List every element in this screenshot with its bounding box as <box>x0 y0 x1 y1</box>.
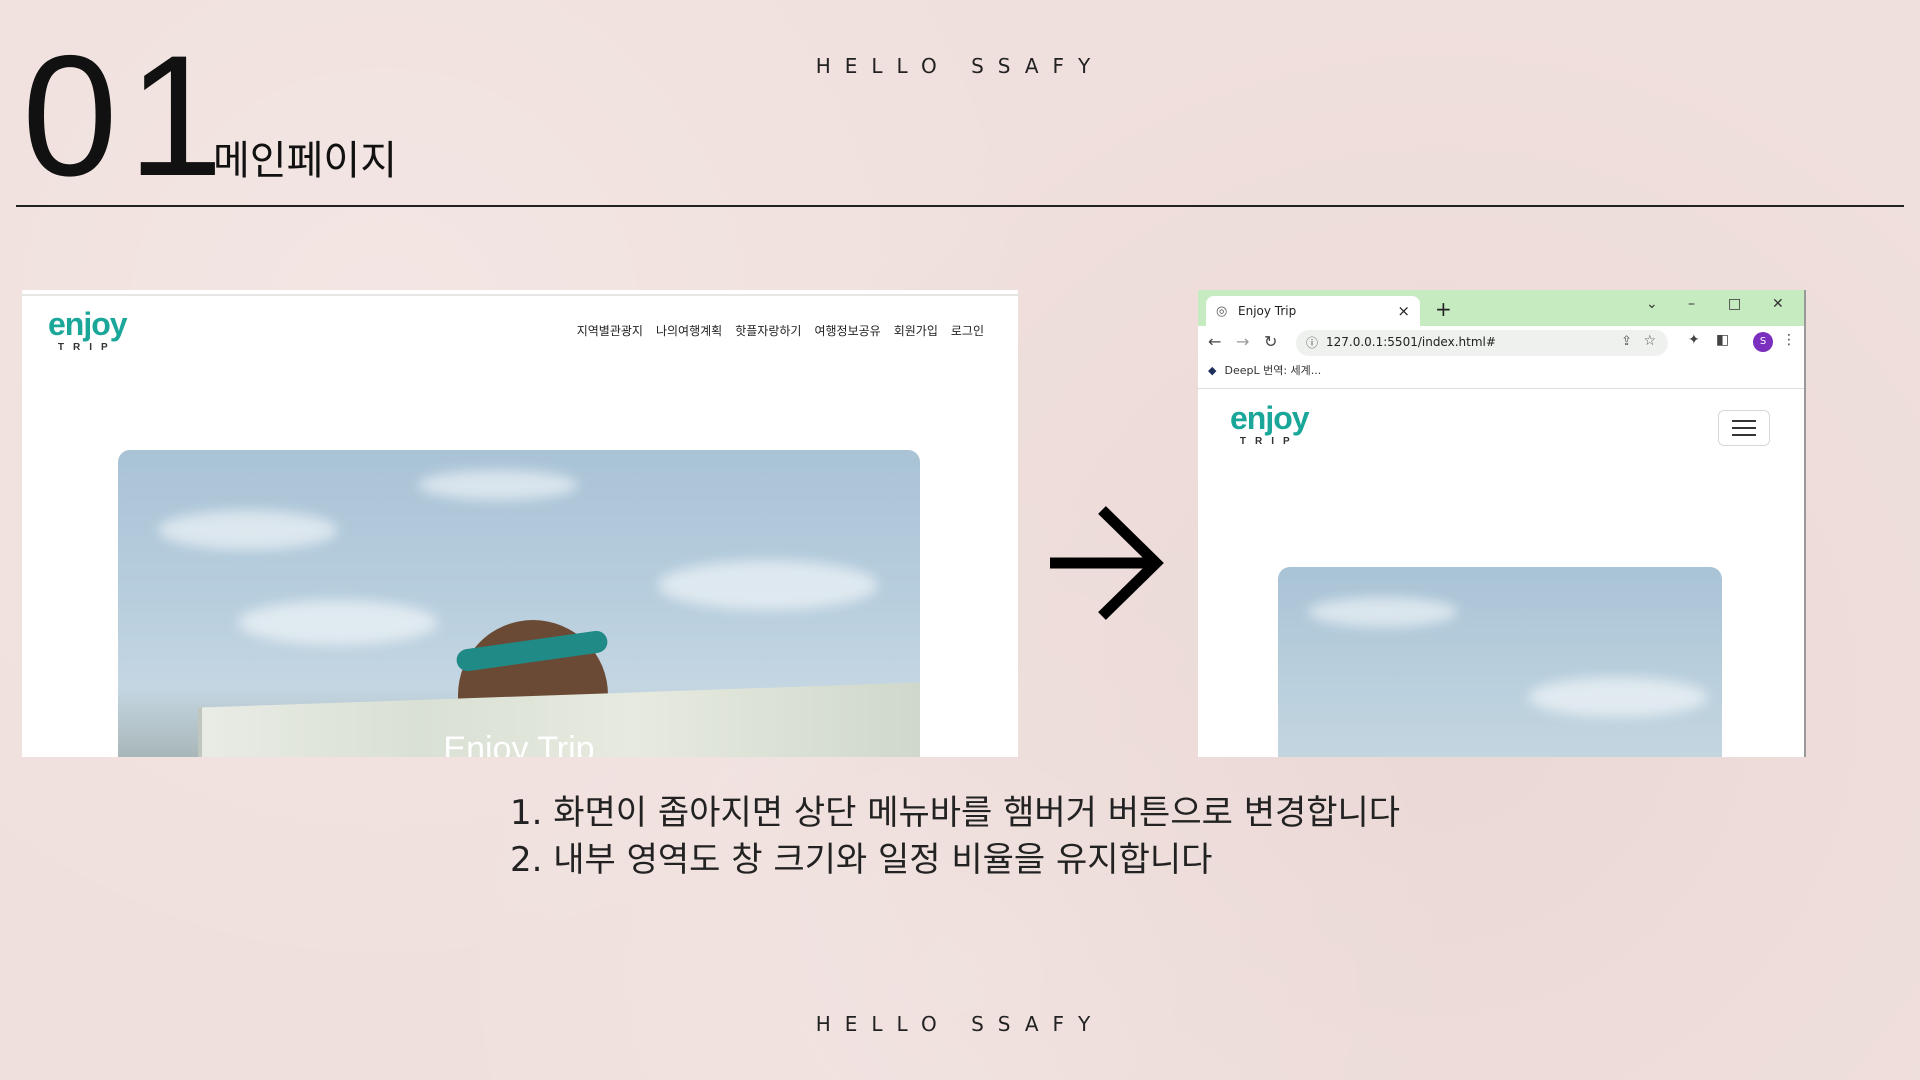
cloud <box>158 510 338 550</box>
desktop-screenshot: enjoy TRIP 지역별관광지 나의여행계획 핫플자랑하기 여행정보공유 회… <box>22 290 1018 757</box>
slide-description: 1. 화면이 좁아지면 상단 메뉴바를 햄버거 버튼으로 변경합니다 2. 내부… <box>510 790 1400 884</box>
top-border <box>22 294 1018 296</box>
nav-item-regional[interactable]: 지역별관광지 <box>577 322 643 339</box>
globe-icon: ◎ <box>1216 304 1228 319</box>
description-line-1: 1. 화면이 좁아지면 상단 메뉴바를 햄버거 버튼으로 변경합니다 <box>510 793 1401 833</box>
site-info-icon[interactable]: ⓘ <box>1306 334 1318 351</box>
deepl-icon: ◆ <box>1208 364 1217 377</box>
top-nav: 지역별관광지 나의여행계획 핫플자랑하기 여행정보공유 회원가입 로그인 <box>577 322 984 339</box>
nav-item-hotplace[interactable]: 핫플자랑하기 <box>735 322 801 339</box>
slide-number: 01 <box>22 20 234 212</box>
slide-header: HELLO SSAFY <box>815 54 1105 78</box>
hamburger-line <box>1732 434 1756 436</box>
tab-bar: ◎ Enjoy Trip × + ⌄ – □ ✕ <box>1198 290 1804 326</box>
toolbar-divider <box>1198 388 1804 389</box>
mobile-browser-screenshot: ◎ Enjoy Trip × + ⌄ – □ ✕ ← → ↻ ⓘ 127.0.0… <box>1198 290 1806 757</box>
enjoy-trip-logo[interactable]: enjoy TRIP <box>48 306 128 353</box>
cloud <box>238 600 438 645</box>
extensions-puzzle-icon[interactable]: ✦ <box>1688 332 1700 348</box>
bookmark-label: DeepL 번역: 세계... <box>1224 364 1322 377</box>
logo-sub: TRIP <box>57 342 117 353</box>
new-tab-plus-icon[interactable]: + <box>1435 297 1452 321</box>
hamburger-menu-button[interactable] <box>1718 410 1770 446</box>
tab-search-chevron-icon[interactable]: ⌄ <box>1646 296 1658 312</box>
bookmark-star-icon[interactable]: ☆ <box>1643 333 1656 349</box>
hamburger-line <box>1732 427 1756 429</box>
bookmark-item-deepl[interactable]: ◆ DeepL 번역: 세계... <box>1208 362 1321 378</box>
reload-icon[interactable]: ↻ <box>1264 332 1277 351</box>
hero-image: Enjoy Trip <box>118 450 920 757</box>
title-divider <box>16 205 1904 207</box>
nav-item-login[interactable]: 로그인 <box>951 322 984 339</box>
tab-enjoy-trip[interactable]: ◎ Enjoy Trip × <box>1206 296 1420 326</box>
cloud <box>1308 597 1458 627</box>
slide-subtitle: 메인페이지 <box>213 138 397 184</box>
side-panel-icon[interactable]: ◧ <box>1716 332 1729 348</box>
back-arrow-icon[interactable]: ← <box>1208 332 1221 351</box>
logo-word: enjoy <box>48 306 128 342</box>
maximize-icon[interactable]: □ <box>1728 296 1741 312</box>
minimize-icon[interactable]: – <box>1688 296 1695 312</box>
hero-image <box>1278 567 1722 757</box>
tab-title: Enjoy Trip <box>1238 304 1297 318</box>
nav-item-signup[interactable]: 회원가입 <box>894 322 938 339</box>
slide-footer: HELLO SSAFY <box>815 1012 1105 1036</box>
nav-item-my-plan[interactable]: 나의여행계획 <box>656 322 722 339</box>
enjoy-trip-logo[interactable]: enjoy TRIP <box>1230 400 1310 447</box>
menu-kebab-icon[interactable]: ⋮ <box>1782 332 1796 348</box>
right-arrow-icon <box>1050 506 1164 620</box>
nav-item-share[interactable]: 여행정보공유 <box>814 322 880 339</box>
logo-word: enjoy <box>1230 400 1310 436</box>
hero-title: Enjoy Trip <box>443 730 595 757</box>
cloud <box>658 560 878 610</box>
description-line-2: 2. 내부 영역도 창 크기와 일정 비율을 유지합니다 <box>510 840 1213 880</box>
url-text: 127.0.0.1:5501/index.html# <box>1326 335 1496 349</box>
window-close-icon[interactable]: ✕ <box>1772 296 1784 312</box>
cloud <box>418 470 578 500</box>
share-icon[interactable]: ⇪ <box>1621 334 1632 349</box>
profile-avatar[interactable]: S <box>1753 332 1773 352</box>
forward-arrow-icon[interactable]: → <box>1236 332 1249 351</box>
hamburger-line <box>1732 420 1756 422</box>
tab-close-icon[interactable]: × <box>1397 302 1410 320</box>
address-bar-row: ← → ↻ ⓘ 127.0.0.1:5501/index.html# ⇪ ☆ ✦… <box>1198 326 1804 360</box>
cloud <box>1528 677 1708 717</box>
url-input[interactable]: ⓘ 127.0.0.1:5501/index.html# ⇪ ☆ <box>1296 330 1668 356</box>
logo-sub: TRIP <box>1239 436 1299 447</box>
